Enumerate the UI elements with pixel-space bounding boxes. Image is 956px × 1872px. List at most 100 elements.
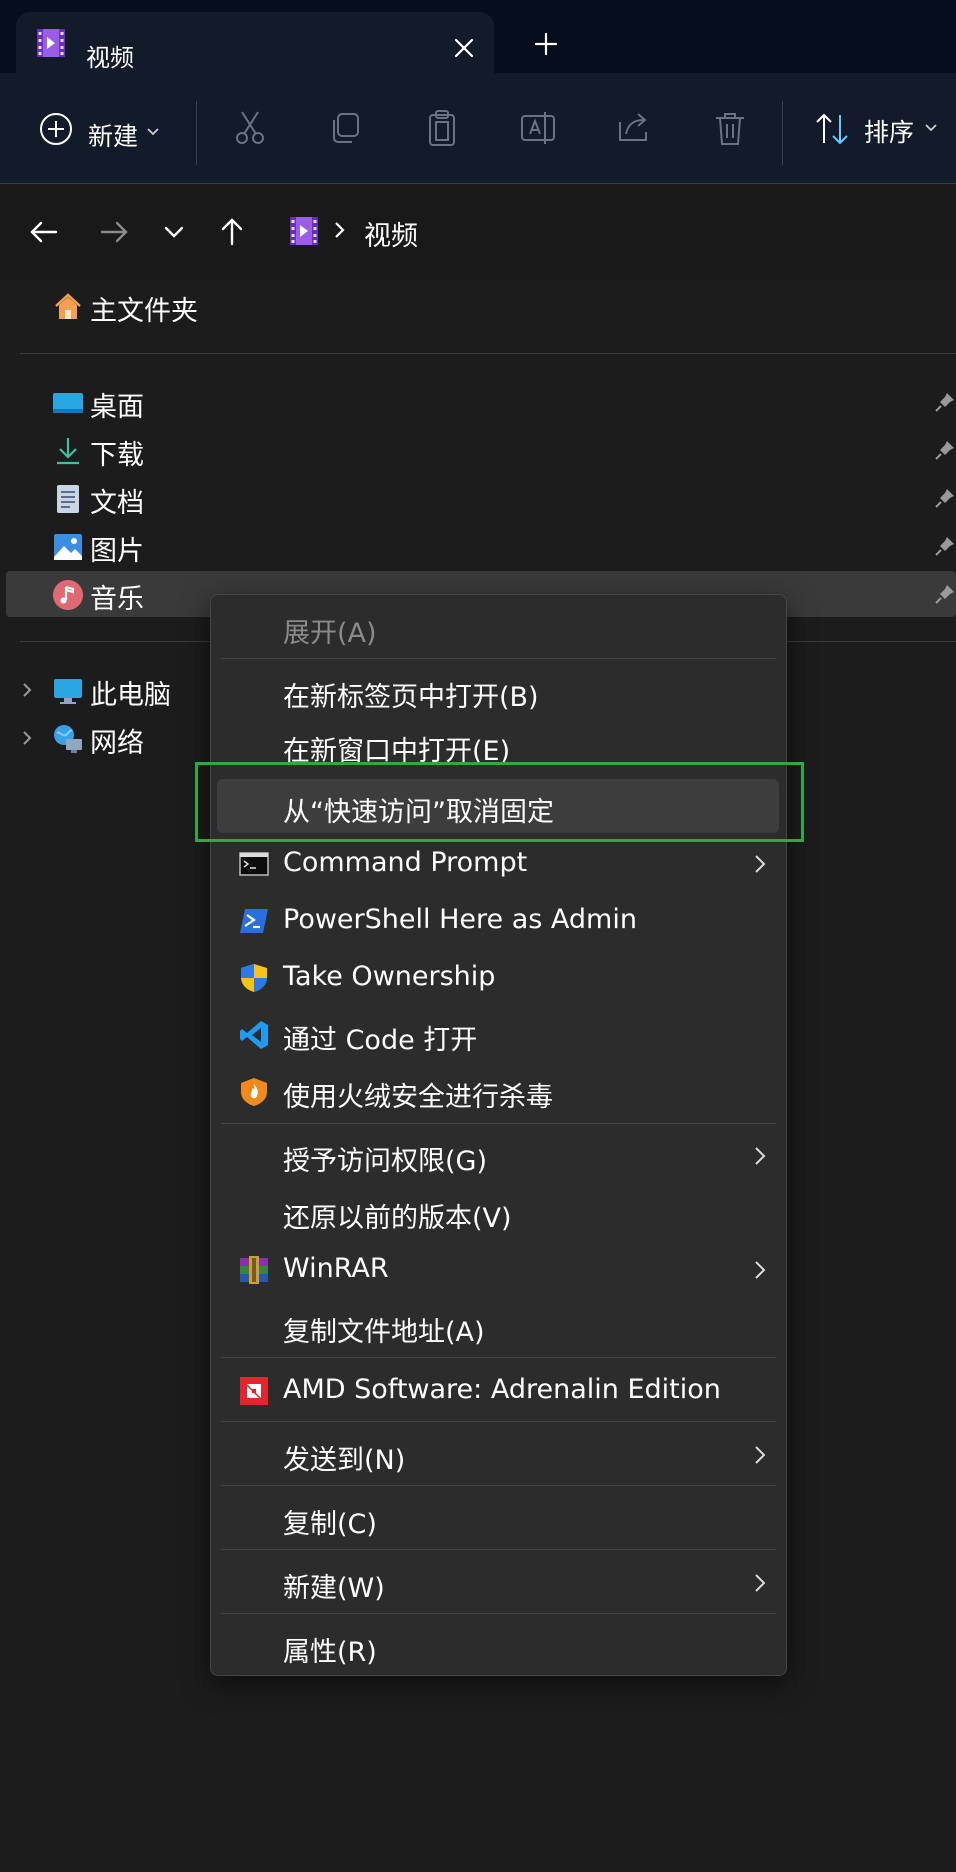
terminal-icon: [239, 849, 269, 879]
home-icon: [52, 291, 84, 323]
title-bar: 视频: [0, 0, 956, 85]
winrar-icon: [239, 1255, 269, 1285]
menu-item-send-to[interactable]: 发送到(N): [217, 1427, 779, 1481]
back-arrow-icon[interactable]: [22, 210, 66, 254]
submenu-chevron-icon: [753, 1145, 767, 1167]
nav-item-label: 图片: [90, 536, 144, 567]
menu-item-give-access[interactable]: 授予访问权限(G): [217, 1128, 779, 1182]
pin-icon: [934, 583, 956, 605]
desktop-icon: [52, 387, 84, 419]
menu-item-label: 属性(R): [283, 1637, 377, 1668]
submenu-chevron-icon: [753, 1572, 767, 1594]
menu-item-label: 授予访问权限(G): [283, 1146, 487, 1177]
expand-chevron-icon[interactable]: [20, 729, 34, 747]
sort-button[interactable]: 排序: [812, 107, 948, 155]
new-button[interactable]: 新建: [38, 111, 168, 161]
menu-item-label: 从“快速访问”取消固定: [283, 797, 554, 828]
menu-item-new[interactable]: 新建(W): [217, 1555, 779, 1609]
nav-item-documents[interactable]: 文档: [0, 475, 956, 521]
rename-icon[interactable]: [516, 106, 560, 150]
forward-arrow-icon[interactable]: [92, 210, 136, 254]
amd-icon: [239, 1376, 269, 1406]
close-tab-icon[interactable]: [446, 30, 482, 66]
delete-icon[interactable]: [708, 106, 752, 150]
menu-item-copy-file-path[interactable]: 复制文件地址(A): [217, 1299, 779, 1353]
nav-item-home[interactable]: 主文件夹: [0, 283, 956, 329]
toolbar-divider: [782, 101, 783, 165]
computer-icon: [52, 675, 84, 707]
menu-item-label: Take Ownership: [283, 961, 496, 992]
menu-item-label: 新建(W): [283, 1573, 385, 1604]
menu-item-expand[interactable]: 展开(A): [217, 600, 779, 654]
chevron-down-icon: [146, 127, 160, 137]
menu-item-label: 在新窗口中打开(E): [283, 736, 511, 767]
nav-item-downloads[interactable]: 下载: [0, 427, 956, 473]
nav-item-label: 下载: [90, 440, 144, 471]
copy-icon[interactable]: [324, 106, 368, 150]
sort-button-label: 排序: [864, 118, 915, 147]
chevron-down-icon: [924, 123, 938, 133]
menu-item-unpin-from-quick-access[interactable]: 从“快速访问”取消固定: [217, 779, 779, 833]
menu-item-command-prompt[interactable]: Command Prompt: [217, 836, 779, 890]
context-menu: 展开(A) 在新标签页中打开(B) 在新窗口中打开(E) 从“快速访问”取消固定…: [210, 594, 787, 1676]
paste-icon[interactable]: [420, 106, 464, 150]
menu-item-label: 展开(A): [283, 618, 377, 649]
huorong-shield-icon: [239, 1077, 269, 1107]
document-icon: [52, 483, 84, 515]
menu-item-copy[interactable]: 复制(C): [217, 1491, 779, 1545]
command-bar: 新建 排序: [0, 73, 956, 184]
menu-item-label: 通过 Code 打开: [283, 1025, 478, 1056]
menu-item-open-in-new-window[interactable]: 在新窗口中打开(E): [217, 718, 779, 772]
music-icon: [52, 579, 84, 611]
menu-item-label: AMD Software: Adrenalin Edition: [283, 1374, 721, 1405]
toolbar-divider: [196, 101, 197, 165]
network-icon: [52, 723, 84, 755]
nav-item-label: 音乐: [90, 584, 144, 615]
recent-locations-chevron-icon[interactable]: [152, 210, 196, 254]
menu-separator: [221, 1123, 776, 1124]
menu-item-label: Command Prompt: [283, 847, 528, 878]
nav-item-desktop[interactable]: 桌面: [0, 379, 956, 425]
share-icon[interactable]: [612, 106, 656, 150]
menu-separator: [221, 1549, 776, 1550]
nav-item-pictures[interactable]: 图片: [0, 523, 956, 569]
tab-title: 视频: [86, 44, 134, 72]
cut-icon[interactable]: [228, 106, 272, 150]
menu-item-amd-software[interactable]: AMD Software: Adrenalin Edition: [217, 1363, 779, 1417]
menu-item-label: 在新标签页中打开(B): [283, 682, 539, 713]
nav-item-label: 此电脑: [90, 680, 171, 711]
pin-icon: [934, 439, 956, 461]
menu-item-huorong-scan[interactable]: 使用火绒安全进行杀毒: [217, 1064, 779, 1118]
menu-item-label: 还原以前的版本(V): [283, 1203, 512, 1234]
menu-item-label: PowerShell Here as Admin: [283, 904, 637, 935]
submenu-chevron-icon: [753, 853, 767, 875]
add-circle-icon: [38, 111, 74, 147]
new-button-label: 新建: [88, 122, 139, 151]
menu-separator: [221, 1485, 776, 1486]
menu-separator: [221, 1421, 776, 1422]
menu-item-powershell-admin[interactable]: PowerShell Here as Admin: [217, 893, 779, 947]
menu-item-open-in-new-tab[interactable]: 在新标签页中打开(B): [217, 664, 779, 718]
menu-item-open-with-code[interactable]: 通过 Code 打开: [217, 1007, 779, 1061]
nav-item-label: 桌面: [90, 392, 144, 423]
picture-icon: [52, 531, 84, 563]
new-tab-icon[interactable]: [526, 24, 566, 64]
breadcrumb-current[interactable]: 视频: [364, 214, 418, 253]
video-folder-icon: [35, 26, 67, 60]
nav-item-label: 主文件夹: [90, 296, 198, 327]
menu-item-take-ownership[interactable]: Take Ownership: [217, 950, 779, 1004]
menu-item-restore-previous-versions[interactable]: 还原以前的版本(V): [217, 1185, 779, 1239]
menu-separator: [221, 1613, 776, 1614]
menu-item-winrar[interactable]: WinRAR: [217, 1242, 779, 1296]
up-arrow-icon[interactable]: [210, 210, 254, 254]
vscode-icon: [239, 1020, 269, 1050]
menu-item-label: 复制(C): [283, 1509, 377, 1540]
nav-divider: [20, 353, 956, 354]
download-icon: [52, 435, 84, 467]
menu-item-label: 复制文件地址(A): [283, 1317, 485, 1348]
expand-chevron-icon[interactable]: [20, 681, 34, 699]
breadcrumb-chevron-icon[interactable]: [330, 218, 350, 242]
menu-separator: [221, 658, 776, 659]
menu-item-properties[interactable]: 属性(R): [217, 1619, 779, 1673]
video-folder-icon[interactable]: [288, 214, 320, 248]
